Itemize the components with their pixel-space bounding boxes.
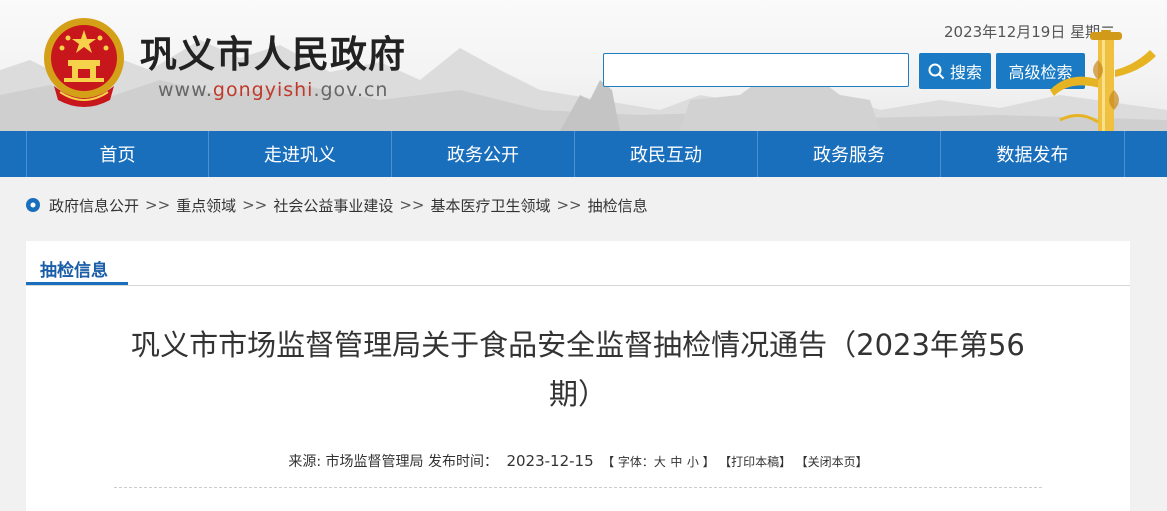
font-size-label: 【 字体： [602, 455, 654, 469]
breadcrumb-item[interactable]: 社会公益事业建设 [273, 195, 393, 216]
article-meta: 来源: 市场监督管理局 发布时间： 2023-12-15 【 字体：大 中 小 … [26, 451, 1130, 471]
article-title-line: 期） [548, 377, 607, 411]
location-icon [26, 198, 40, 212]
print-button[interactable]: 【打印本稿】 [719, 455, 791, 469]
huabiao-pillar-icon [1050, 30, 1156, 131]
close-page-button[interactable]: 【关闭本页】 [796, 455, 868, 469]
main-nav: 首页 走进巩义 政务公开 政民互动 政务服务 数据发布 [0, 131, 1167, 177]
source-value: 市场监督管理局 [325, 454, 424, 470]
font-small-button[interactable]: 小 [687, 455, 699, 469]
breadcrumb-separator: >> [145, 196, 171, 214]
article-title-line: 巩义市市场监督管理局关于食品安全监督抽检情况通告（2023年第56 [131, 328, 1025, 362]
search-button-label: 搜索 [949, 63, 982, 82]
font-medium-button[interactable]: 中 [670, 455, 682, 469]
article-title: 巩义市市场监督管理局关于食品安全监督抽检情况通告（2023年第56 期） [106, 321, 1050, 419]
site-title: 巩义市人民政府 [140, 33, 406, 76]
content-panel: 抽检信息 巩义市市场监督管理局关于食品安全监督抽检情况通告（2023年第56 期… [26, 241, 1130, 511]
publish-label: 发布时间： [427, 454, 498, 470]
site-url: www.gongyishi.gov.cn [158, 79, 388, 101]
font-size-close: 】 [698, 455, 715, 469]
nav-item-services[interactable]: 政务服务 [758, 131, 941, 177]
search-button[interactable]: 搜索 [919, 53, 991, 89]
search-icon [928, 63, 945, 79]
breadcrumb: 政府信息公开 >> 重点领域 >> 社会公益事业建设 >> 基本医疗卫生领域 >… [25, 194, 648, 216]
source-label: 来源: [288, 454, 322, 470]
national-emblem-icon [44, 18, 124, 107]
breadcrumb-item[interactable]: 抽检信息 [588, 195, 648, 216]
breadcrumb-separator: >> [556, 196, 582, 214]
nav-item-interaction[interactable]: 政民互动 [575, 131, 758, 177]
panel-tab-title: 抽检信息 [40, 260, 108, 281]
breadcrumb-item[interactable]: 重点领域 [176, 195, 236, 216]
nav-item-data-release[interactable]: 数据发布 [941, 131, 1125, 177]
publish-date: 2023-12-15 [506, 452, 594, 470]
breadcrumb-separator: >> [399, 196, 425, 214]
breadcrumb-item[interactable]: 基本医疗卫生领域 [430, 195, 550, 216]
breadcrumb-separator: >> [242, 196, 268, 214]
meta-divider [114, 487, 1042, 489]
panel-divider [26, 285, 1130, 286]
site-url-prefix: www. [158, 79, 213, 101]
site-url-suffix: .gov.cn [313, 79, 389, 101]
breadcrumb-item[interactable]: 政府信息公开 [49, 195, 139, 216]
site-header: 巩义市人民政府 www.gongyishi.gov.cn 2023年12月19日… [0, 0, 1167, 131]
font-large-button[interactable]: 大 [654, 455, 666, 469]
site-url-accent: gongyishi [212, 79, 314, 101]
nav-item-about[interactable]: 走进巩义 [209, 131, 392, 177]
nav-item-gov-affairs-open[interactable]: 政务公开 [392, 131, 575, 177]
search-input[interactable] [603, 53, 909, 87]
nav-item-home[interactable]: 首页 [26, 131, 209, 177]
